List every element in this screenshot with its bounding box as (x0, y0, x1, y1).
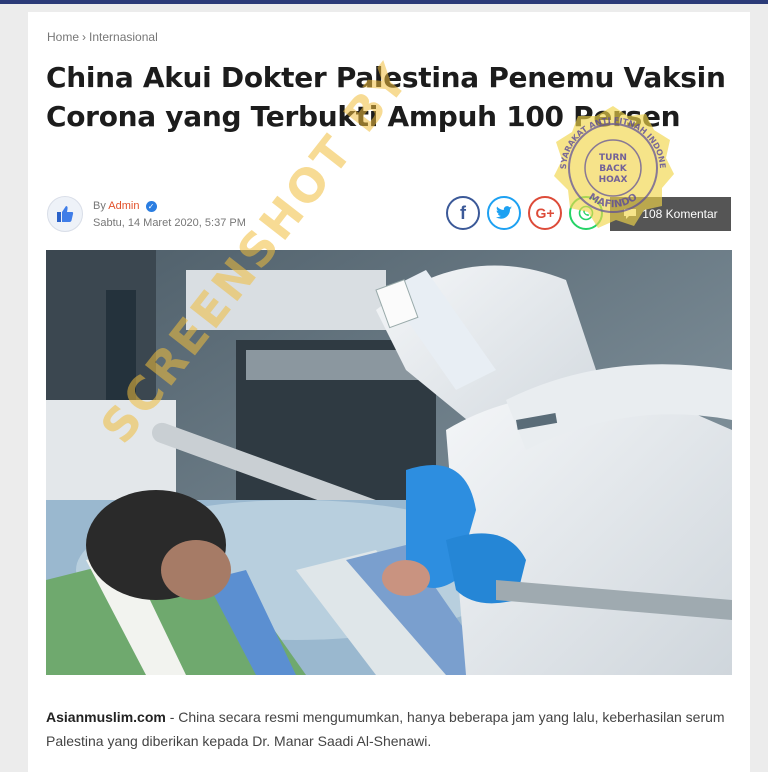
mafindo-seal-badge: MASYARAKAT ANTI FITNAH INDONESIA MAFINDO… (544, 95, 678, 232)
breadcrumb-category-link[interactable]: Internasional (89, 30, 158, 44)
top-nav-bar (0, 0, 768, 4)
author-avatar[interactable] (47, 196, 83, 232)
breadcrumb-separator: › (82, 30, 87, 44)
facebook-share-button[interactable]: f (446, 196, 480, 230)
svg-text:BACK: BACK (599, 164, 627, 174)
facebook-icon: f (460, 202, 466, 223)
lede-source: Asianmuslim.com (46, 709, 166, 725)
twitter-share-button[interactable] (487, 196, 521, 230)
publish-date-day: Sabtu, 14 Maret 2020, (93, 217, 202, 229)
twitter-bird-icon (496, 206, 512, 219)
svg-text:TURN: TURN (599, 153, 627, 163)
breadcrumb-home-link[interactable]: Home (47, 30, 79, 44)
svg-text:HOAX: HOAX (599, 175, 628, 185)
thumbs-up-icon (57, 206, 74, 222)
author-byline: By Admin ✓ (93, 200, 157, 212)
breadcrumb: Home › Internasional (47, 30, 158, 44)
hospital-photo-illustration (46, 250, 732, 675)
author-link[interactable]: Admin (108, 200, 139, 212)
article-hero-image (46, 250, 732, 675)
byline-prefix: By (93, 200, 106, 212)
publish-date: Sabtu, 14 Maret 2020, 5:37 PM (93, 217, 246, 229)
mafindo-seal-icon: MASYARAKAT ANTI FITNAH INDONESIA MAFINDO… (544, 95, 674, 228)
verified-check-icon: ✓ (145, 200, 157, 212)
article-lede: Asianmuslim.com - China secara resmi men… (46, 705, 736, 753)
